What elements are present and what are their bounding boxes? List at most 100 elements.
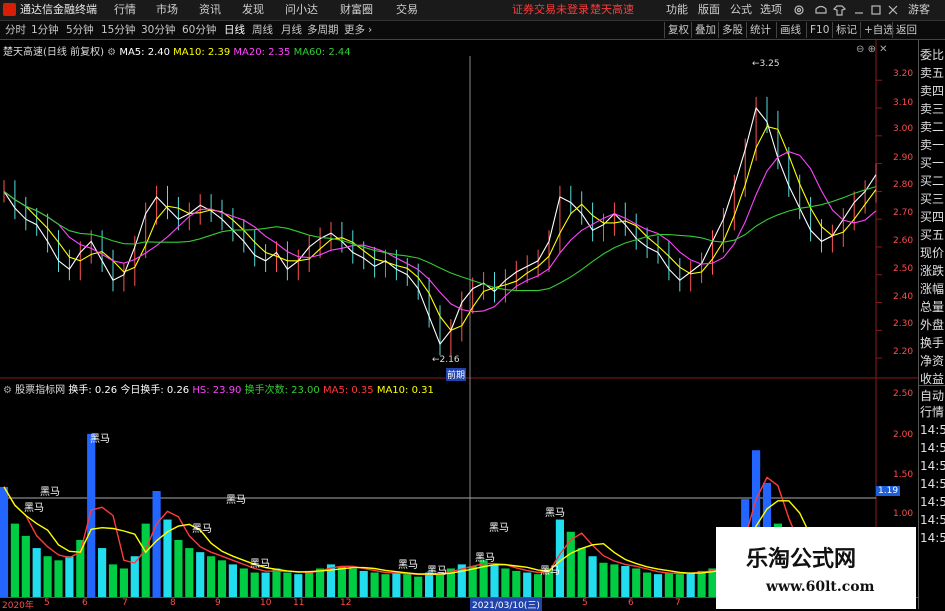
close-icon[interactable] [888, 5, 898, 15]
volume-bar [632, 568, 641, 597]
heima-label: 黑马 [475, 553, 495, 564]
volume-bar [566, 531, 575, 597]
app-logo-icon [3, 3, 16, 16]
multi-stock-button[interactable]: 多股 [718, 22, 746, 38]
close-chart-icon[interactable]: ✕ [879, 44, 887, 55]
shirt-icon[interactable] [832, 5, 847, 16]
volume-bar [87, 433, 96, 597]
stock-name-tag: 楚天高速 [590, 3, 634, 16]
volume-bar [610, 564, 619, 597]
adjust-button[interactable]: 复权 [664, 22, 692, 38]
volume-bar [490, 564, 499, 597]
gear-icon[interactable]: ⚙ [3, 385, 12, 396]
kline-chart[interactable] [0, 40, 918, 609]
menu-layout[interactable]: 版面 [698, 0, 720, 20]
period-15min[interactable]: 15分钟 [101, 21, 135, 39]
mark-button[interactable]: 标记 [832, 22, 860, 38]
main-legend-title: 楚天高速(日线 前复权) [3, 47, 104, 58]
period-30min[interactable]: 30分钟 [141, 21, 175, 39]
chevron-right-icon[interactable]: › [368, 21, 372, 39]
date-tick: 12 [340, 598, 352, 608]
sub-legend-ma10: MA10: 0.31 [376, 385, 434, 396]
volume-bar [392, 572, 401, 597]
auto-quote-label[interactable]: 行情 [920, 405, 944, 419]
price-tick: 3.20 [893, 69, 914, 79]
volume-bar [588, 556, 597, 597]
volume-bar [217, 560, 227, 597]
zoom-out-icon[interactable]: ⊖ [856, 44, 864, 55]
heima-label: 黑马 [427, 566, 447, 577]
date-tick: 11 [293, 598, 305, 608]
bell-icon[interactable] [815, 5, 827, 14]
date-tick: 7 [675, 598, 681, 608]
volume-bar [65, 556, 74, 597]
period-1min[interactable]: 1分钟 [31, 21, 59, 39]
volume-bar [370, 572, 379, 597]
heima-label: 黑马 [540, 566, 560, 577]
crosshair-date: 2021/03/10(三) [470, 598, 542, 611]
period-toolbar: 分时 1分钟 5分钟 15分钟 30分钟 60分钟 日线 周线 月线 多周期 更… [0, 21, 945, 40]
panel-label: 买二 [920, 174, 945, 188]
menu-quotes[interactable]: 行情 [114, 0, 136, 20]
watermark: 乐淘公式网 www.60lt.com [716, 527, 916, 609]
f10-button[interactable]: F10 [806, 22, 832, 38]
tick-time: 14:5 [920, 477, 945, 491]
period-more[interactable]: 更多 [344, 21, 365, 39]
period-monthly[interactable]: 月线 [281, 21, 302, 39]
volume-bar [414, 576, 423, 597]
maximize-icon[interactable] [871, 5, 881, 15]
menu-news[interactable]: 资讯 [199, 0, 221, 20]
menu-function[interactable]: 功能 [666, 0, 688, 20]
price-tick: 2.40 [893, 292, 914, 302]
period-multi[interactable]: 多周期 [307, 21, 339, 39]
sub-tick: 2.00 [893, 430, 914, 440]
volume-bar [435, 574, 445, 597]
stats-button[interactable]: 统计 [746, 22, 774, 38]
period-weekly[interactable]: 周线 [252, 21, 273, 39]
panel-label: 外盘 [920, 318, 945, 332]
sub-legend: ⚙ 股票指标网 换手: 0.26 今日换手: 0.26 HS: 23.90 换手… [3, 381, 434, 396]
volume-bar [534, 574, 543, 597]
overlay-button[interactable]: 叠加 [691, 22, 719, 38]
volume-bar [239, 568, 248, 597]
panel-label: 净资 [920, 354, 945, 368]
period-60min[interactable]: 60分钟 [182, 21, 216, 39]
settings-icon[interactable] [794, 5, 804, 15]
watermark-site-name: 乐淘公式网 [746, 547, 857, 572]
tick-time: 14:5 [920, 495, 945, 509]
period-5min[interactable]: 5分钟 [66, 21, 94, 39]
menu-wealth-circle[interactable]: 财富圈 [340, 0, 373, 20]
guest-label[interactable]: 游客 [908, 0, 930, 20]
menu-formula[interactable]: 公式 [730, 0, 752, 20]
menu-discover[interactable]: 发现 [242, 0, 264, 20]
volume-bar [316, 568, 325, 597]
panel-divider [919, 385, 945, 386]
menu-market[interactable]: 市场 [156, 0, 178, 20]
volume-bar [643, 572, 652, 597]
menu-ask-xiaoda[interactable]: 问小达 [285, 0, 318, 20]
chart-tools: ⊖ ⊕ ✕ [856, 44, 888, 55]
volume-bar [196, 552, 205, 597]
volume-bar [207, 556, 216, 597]
tick-time: 14:5 [920, 513, 945, 527]
period-intraday[interactable]: 分时 [5, 21, 26, 39]
volume-bar [337, 566, 346, 597]
price-tick: 2.70 [893, 208, 914, 218]
volume-bar [261, 572, 270, 597]
draw-button[interactable]: 画线 [776, 22, 804, 38]
volume-bar [250, 572, 259, 597]
date-tick: 5 [582, 598, 588, 608]
volume-bar [10, 523, 19, 597]
panel-label: 委比 [920, 48, 945, 62]
date-tick: 10 [260, 598, 272, 608]
menu-trade[interactable]: 交易 [396, 0, 418, 20]
login-status[interactable]: 证券交易未登录 [512, 0, 589, 20]
volume-bar [272, 568, 281, 597]
auto-quote-label[interactable]: 自动 [920, 389, 944, 403]
gear-icon[interactable]: ⚙ [107, 47, 116, 58]
zoom-in-icon[interactable]: ⊕ [868, 44, 876, 55]
period-daily[interactable]: 日线 [224, 21, 245, 39]
back-button[interactable]: 返回 [892, 22, 920, 38]
panel-label: 买一 [920, 156, 945, 170]
menu-options[interactable]: 选项 [760, 0, 782, 20]
